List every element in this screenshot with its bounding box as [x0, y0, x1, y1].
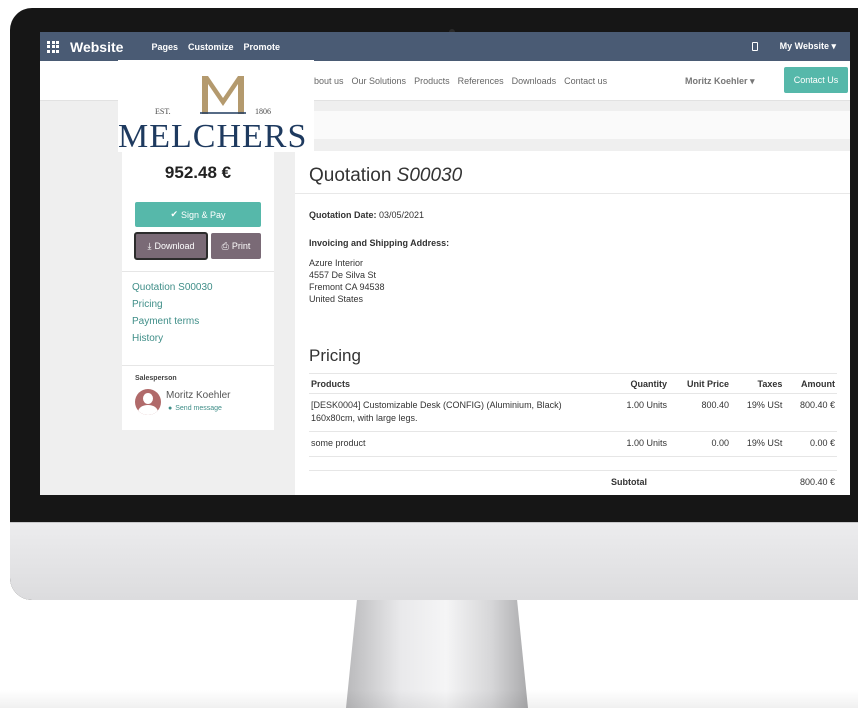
- apps-grid-icon[interactable]: [47, 40, 61, 53]
- nav-our-solutions[interactable]: Our Solutions: [352, 76, 407, 86]
- sign-and-pay-label: Sign & Pay: [181, 209, 226, 220]
- subtotal-label: Subtotal: [609, 470, 670, 495]
- nav-downloads[interactable]: Downloads: [512, 76, 557, 86]
- cell-unit-price: 0.00: [669, 431, 732, 457]
- table-header-row: Products Quantity Unit Price Taxes Amoun…: [309, 373, 837, 394]
- address-block: Azure Interior 4557 De Silva St Fremont …: [309, 258, 385, 304]
- logo-year-text: 1806: [255, 107, 271, 116]
- toc-history[interactable]: History: [132, 333, 213, 344]
- address-label: Invoicing and Shipping Address:: [309, 238, 450, 248]
- contact-us-button[interactable]: Contact Us: [784, 67, 848, 93]
- subtotal-row: Subtotal 800.40 €: [309, 470, 837, 495]
- printer-icon: ⎙: [221, 240, 229, 251]
- quotation-sidebar: 952.48 € ✔ Sign & Pay ⤓ Download ⎙ Print…: [122, 151, 274, 430]
- cell-amount: 0.00 €: [784, 431, 837, 457]
- cell-amount: 800.40 €: [784, 393, 837, 432]
- send-message-label: Send message: [175, 405, 222, 412]
- cell-quantity: 1.00 Units: [609, 393, 670, 432]
- col-unit-price: Unit Price: [669, 373, 732, 394]
- nav-products[interactable]: Products: [414, 76, 450, 86]
- toc-quotation[interactable]: Quotation S00030: [132, 282, 213, 293]
- check-icon: ✔: [170, 209, 178, 219]
- imac-chin: [10, 522, 858, 600]
- print-label: Print: [231, 241, 251, 251]
- order-lines-table: Products Quantity Unit Price Taxes Amoun…: [309, 373, 837, 495]
- pricing-heading: Pricing: [309, 346, 361, 365]
- table-row: some product 1.00 Units 0.00 19% USt 0.0…: [309, 431, 837, 457]
- col-amount: Amount: [784, 373, 837, 394]
- quotation-document: Quotation S00030 Quotation Date: 03/05/2…: [295, 151, 850, 495]
- cell-taxes: 19% USt: [731, 431, 785, 457]
- menu-promote[interactable]: Promote: [243, 42, 280, 52]
- print-button[interactable]: ⎙ Print: [211, 233, 261, 259]
- download-button[interactable]: ⤓ Download: [134, 232, 208, 260]
- quotation-number: S00030: [396, 165, 463, 186]
- nav-about-us[interactable]: bout us: [314, 76, 344, 86]
- logo-m-mark-icon: [200, 76, 246, 114]
- nav-contact-us[interactable]: Contact us: [564, 76, 607, 86]
- admin-menu: Pages Customize Promote: [151, 42, 280, 52]
- nav-links: bout us Our Solutions Products Reference…: [314, 76, 607, 86]
- menu-customize[interactable]: Customize: [188, 42, 234, 52]
- app-title[interactable]: Website: [70, 39, 123, 55]
- sidebar-divider: [122, 365, 274, 366]
- admin-topbar-right: My Website ▾: [751, 41, 836, 52]
- cell-taxes: 19% USt: [731, 393, 785, 432]
- mobile-preview-icon[interactable]: [751, 42, 758, 51]
- sign-and-pay-button[interactable]: ✔ Sign & Pay: [135, 202, 261, 227]
- stand-shadow: [0, 690, 858, 708]
- table-spacer: [309, 457, 837, 471]
- send-message-link[interactable]: ● Send message: [168, 405, 222, 412]
- user-dropdown[interactable]: Moritz Koehler ▾: [685, 76, 755, 87]
- subtotal-value: 800.40 €: [784, 470, 837, 495]
- quotation-title: Quotation S00030: [309, 165, 463, 186]
- site-logo[interactable]: EST. 1806 MELCHERS: [118, 60, 314, 155]
- col-quantity: Quantity: [609, 373, 670, 394]
- menu-pages[interactable]: Pages: [151, 42, 178, 52]
- browser-screen: Website Pages Customize Promote My Websi…: [40, 32, 850, 495]
- col-taxes: Taxes: [731, 373, 785, 394]
- sidebar-divider: [122, 271, 274, 272]
- toc-pricing[interactable]: Pricing: [132, 299, 213, 310]
- download-icon: ⤓: [147, 240, 152, 251]
- breadcrumb-area: [295, 111, 850, 139]
- toc-payment-terms[interactable]: Payment terms: [132, 316, 213, 327]
- chat-bubble-icon: ●: [168, 405, 173, 412]
- cell-product: some product: [309, 431, 609, 457]
- cell-product: [DESK0004] Customizable Desk (CONFIG) (A…: [309, 393, 609, 432]
- table-row: [DESK0004] Customizable Desk (CONFIG) (A…: [309, 393, 837, 432]
- salesperson-avatar: [135, 389, 161, 415]
- sidebar-toc: Quotation S00030 Pricing Payment terms H…: [132, 282, 213, 344]
- admin-topbar: Website Pages Customize Promote My Websi…: [40, 32, 850, 61]
- quotation-date: Quotation Date: 03/05/2021: [309, 210, 425, 220]
- logo-est-text: EST.: [155, 107, 171, 116]
- col-products: Products: [309, 373, 609, 394]
- nav-references[interactable]: References: [458, 76, 504, 86]
- download-label: Download: [154, 241, 195, 251]
- total-amount: 952.48 €: [164, 163, 232, 182]
- cell-quantity: 1.00 Units: [609, 431, 670, 457]
- my-website-dropdown[interactable]: My Website ▾: [780, 41, 836, 52]
- title-divider: [295, 193, 850, 194]
- salesperson-label: Salesperson: [135, 375, 177, 382]
- salesperson-name: Moritz Koehler: [166, 390, 231, 401]
- cell-unit-price: 800.40: [669, 393, 732, 432]
